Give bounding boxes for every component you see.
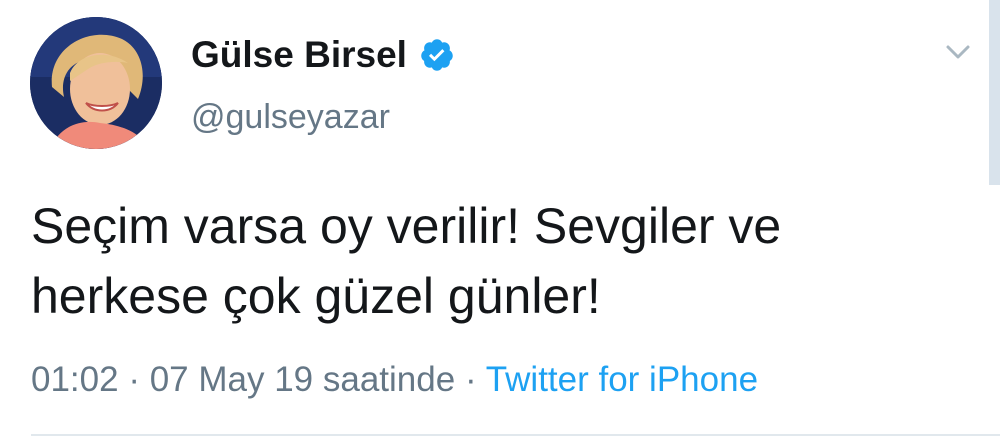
- avatar-image: [30, 17, 162, 149]
- user-handle[interactable]: @gulseyazar: [191, 98, 390, 137]
- display-name[interactable]: Gülse Birsel: [191, 34, 407, 76]
- tweet-source-link[interactable]: Twitter for iPhone: [486, 360, 758, 399]
- tweet-card: Gülse Birsel @gulseyazar Seçim varsa oy …: [0, 0, 1000, 443]
- meta-separator: ·: [128, 360, 140, 399]
- author-row[interactable]: Gülse Birsel: [191, 31, 455, 79]
- tweet-time[interactable]: 01:02: [31, 360, 119, 399]
- meta-separator-2: ·: [464, 360, 477, 399]
- scrollbar[interactable]: [989, 0, 1000, 185]
- tweet-meta: 01:02 · 07 May 19 saatinde · Twitter for…: [31, 360, 758, 400]
- verified-badge-icon: [419, 37, 455, 73]
- tweet-date[interactable]: 07 May 19 saatinde: [150, 360, 455, 399]
- tweet-text: Seçim varsa oy verilir! Sevgiler ve herk…: [31, 198, 782, 324]
- avatar[interactable]: [30, 17, 162, 149]
- divider: [31, 434, 1000, 436]
- chevron-down-icon[interactable]: [942, 40, 974, 64]
